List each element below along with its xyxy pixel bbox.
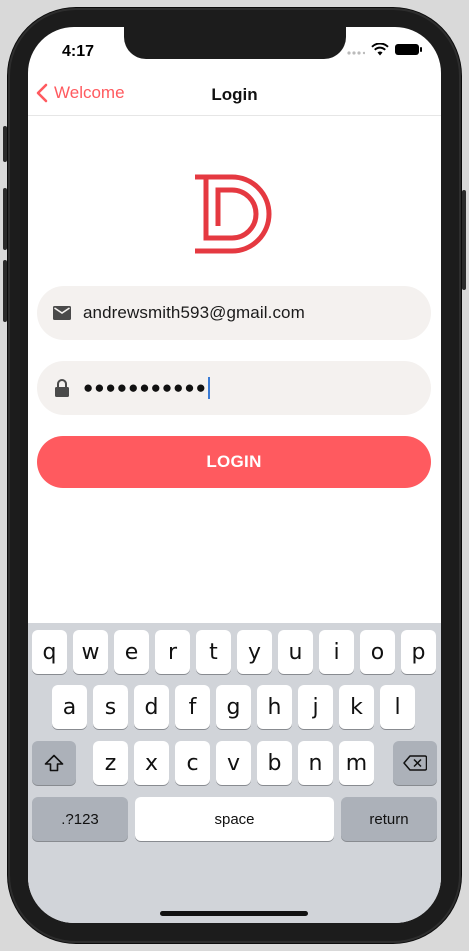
numbers-key[interactable]: .?123 [32, 797, 128, 841]
text-cursor [207, 377, 210, 399]
key-p[interactable]: p [401, 630, 436, 674]
key-t[interactable]: t [196, 630, 231, 674]
key-u[interactable]: u [278, 630, 313, 674]
volume-up-button [3, 188, 7, 250]
key-m[interactable]: m [339, 741, 374, 785]
login-button[interactable]: LOGIN [37, 436, 431, 488]
password-field[interactable]: ●●●●●●●●●●● [37, 361, 431, 415]
key-q[interactable]: q [32, 630, 67, 674]
key-k[interactable]: k [339, 685, 374, 729]
status-icons [347, 43, 422, 56]
status-time: 4:17 [62, 43, 95, 60]
lock-icon [41, 361, 83, 415]
key-g[interactable]: g [216, 685, 251, 729]
key-f[interactable]: f [175, 685, 210, 729]
key-j[interactable]: j [298, 685, 333, 729]
screen: 4:17 Welcome Login andrewsmith593@gmail.… [28, 27, 441, 923]
password-mask: ●●●●●●●●●●● [83, 378, 207, 397]
key-r[interactable]: r [155, 630, 190, 674]
shift-icon [44, 754, 64, 772]
wifi-icon [371, 43, 389, 56]
password-value: ●●●●●●●●●●● [83, 377, 210, 399]
shift-key[interactable] [32, 741, 76, 785]
keyboard: q w e r t y u i o p a s d f g h j k l z … [28, 623, 441, 923]
mute-switch [3, 126, 7, 162]
email-field[interactable]: andrewsmith593@gmail.com [37, 286, 431, 340]
nav-bar: Welcome Login [28, 75, 441, 116]
return-key[interactable]: return [341, 797, 437, 841]
signal-icon [347, 50, 365, 55]
key-e[interactable]: e [114, 630, 149, 674]
brand-logo [195, 174, 272, 254]
power-button [462, 190, 466, 290]
key-h[interactable]: h [257, 685, 292, 729]
mail-icon [41, 286, 83, 340]
space-key[interactable]: space [135, 797, 334, 841]
key-w[interactable]: w [73, 630, 108, 674]
key-o[interactable]: o [360, 630, 395, 674]
key-y[interactable]: y [237, 630, 272, 674]
email-value: andrewsmith593@gmail.com [83, 303, 305, 322]
backspace-icon [403, 755, 427, 771]
home-indicator[interactable] [160, 911, 308, 916]
key-n[interactable]: n [298, 741, 333, 785]
key-l[interactable]: l [380, 685, 415, 729]
key-s[interactable]: s [93, 685, 128, 729]
key-x[interactable]: x [134, 741, 169, 785]
key-z[interactable]: z [93, 741, 128, 785]
key-c[interactable]: c [175, 741, 210, 785]
key-d[interactable]: d [134, 685, 169, 729]
key-i[interactable]: i [319, 630, 354, 674]
notch [124, 27, 346, 59]
key-a[interactable]: a [52, 685, 87, 729]
battery-icon [395, 44, 422, 55]
page-title: Login [211, 85, 258, 104]
backspace-key[interactable] [393, 741, 437, 785]
key-b[interactable]: b [257, 741, 292, 785]
volume-down-button [3, 260, 7, 322]
key-v[interactable]: v [216, 741, 251, 785]
